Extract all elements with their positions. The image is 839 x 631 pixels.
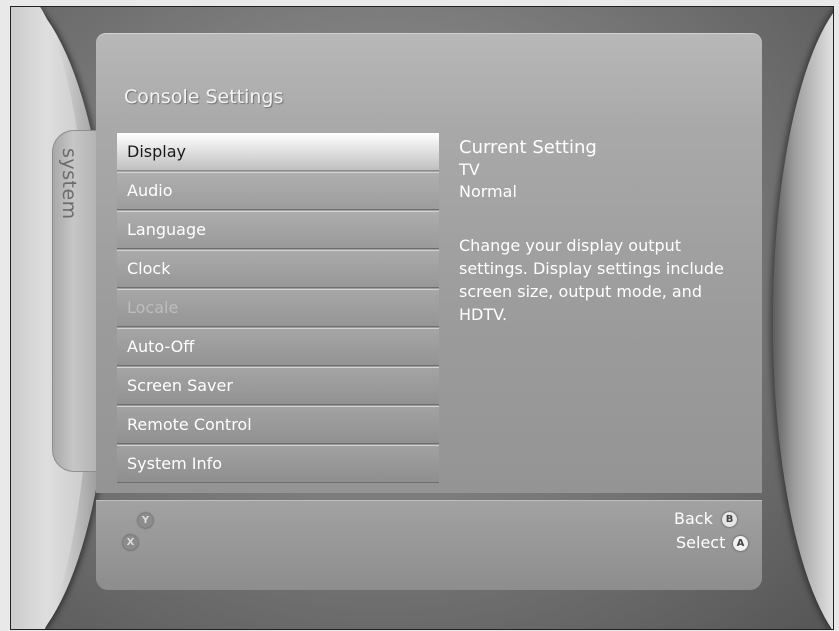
menu-item-label: Clock bbox=[127, 259, 171, 278]
menu-item-screen-saver[interactable]: Screen Saver bbox=[117, 367, 439, 405]
right-blade[interactable] bbox=[773, 7, 833, 629]
menu-item-label: Auto-Off bbox=[127, 337, 195, 356]
menu-item-audio[interactable]: Audio bbox=[117, 172, 439, 210]
setting-description: Change your display output settings. Dis… bbox=[459, 236, 724, 324]
menu-item-clock[interactable]: Clock bbox=[117, 250, 439, 288]
current-setting-heading: Current Setting bbox=[459, 137, 597, 158]
menu-item-label: Audio bbox=[127, 181, 173, 200]
page-title: Console Settings bbox=[124, 86, 284, 108]
menu-item-label: Locale bbox=[127, 298, 179, 317]
current-setting-value-tv: TV bbox=[459, 160, 480, 179]
x-button-icon: X bbox=[123, 535, 138, 550]
menu-item-label: Screen Saver bbox=[127, 376, 233, 395]
y-button-icon: Y bbox=[138, 513, 153, 528]
select-label[interactable]: Select bbox=[676, 533, 725, 552]
menu-item-system-info[interactable]: System Info bbox=[117, 445, 439, 483]
system-blade-label: system bbox=[58, 148, 80, 220]
menu-item-remote-control[interactable]: Remote Control bbox=[117, 406, 439, 444]
current-setting-panel: Current Setting TV Normal Change your di… bbox=[459, 137, 739, 326]
controller-hint-bar bbox=[96, 500, 762, 590]
menu-item-language[interactable]: Language bbox=[117, 211, 439, 249]
b-button-icon[interactable]: B bbox=[722, 512, 737, 527]
menu-item-label: Language bbox=[127, 220, 206, 239]
current-setting-value-normal: Normal bbox=[459, 182, 517, 201]
menu-item-display[interactable]: Display bbox=[117, 133, 439, 171]
menu-item-label: System Info bbox=[127, 454, 223, 473]
menu-item-label: Display bbox=[127, 142, 186, 161]
menu-item-label: Remote Control bbox=[127, 415, 252, 434]
menu-item-locale: Locale bbox=[117, 289, 439, 327]
settings-menu: Display Audio Language Clock Locale Auto… bbox=[117, 133, 439, 484]
back-label[interactable]: Back bbox=[674, 509, 713, 528]
menu-item-auto-off[interactable]: Auto-Off bbox=[117, 328, 439, 366]
a-button-icon[interactable]: A bbox=[733, 536, 748, 551]
